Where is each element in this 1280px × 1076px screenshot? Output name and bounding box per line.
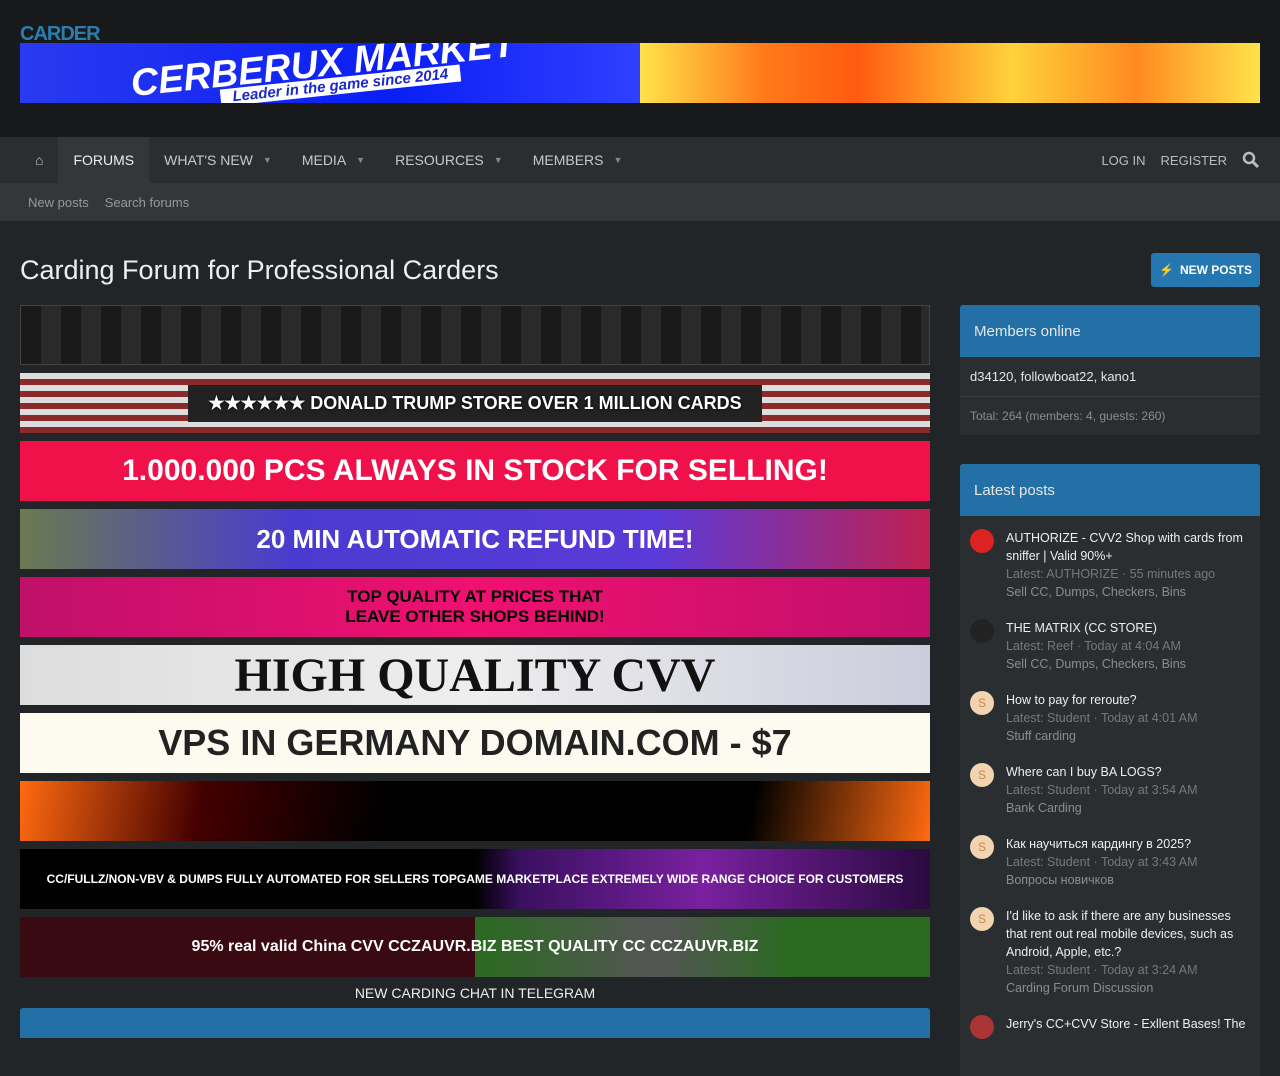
post-forum[interactable]: Sell CC, Dumps, Checkers, Bins	[1006, 583, 1250, 601]
nav-label: FORUMS	[73, 152, 135, 168]
chevron-down-icon[interactable]: ▼	[356, 155, 365, 165]
post-title[interactable]: Where can I buy BA LOGS?	[1006, 763, 1198, 781]
online-members-list[interactable]: d34120, followboat22, kano1	[960, 357, 1260, 396]
avatar[interactable]	[970, 619, 994, 643]
avatar[interactable]: S	[970, 763, 994, 787]
nav-label: WHAT'S NEW	[164, 152, 253, 168]
new-posts-button[interactable]: ⚡ NEW POSTS	[1151, 253, 1260, 287]
header-banner-cerberux[interactable]: CERBERUX MARKET Leader in the game since …	[20, 43, 640, 103]
search-forums-link[interactable]: Search forums	[105, 195, 190, 210]
telegram-chat-link[interactable]: NEW CARDING CHAT IN TELEGRAM	[20, 985, 930, 1001]
page-title: Carding Forum for Professional Carders	[20, 255, 499, 285]
ad-banner[interactable]	[20, 781, 930, 841]
chevron-down-icon[interactable]: ▼	[494, 155, 503, 165]
banner-text: 20 MIN AUTOMATIC REFUND TIME!	[256, 523, 694, 554]
latest-post-item: S Where can I buy BA LOGS? Latest: Stude…	[960, 754, 1260, 826]
new-posts-link[interactable]: New posts	[28, 195, 89, 210]
ad-banner[interactable]: HIGH QUALITY CVV	[20, 645, 930, 705]
latest-post-item: S Как научиться кардингу в 2025? Latest:…	[960, 826, 1260, 898]
latest-post-item: THE MATRIX (CC STORE) Latest: Reef · Tod…	[960, 610, 1260, 682]
nav-members[interactable]: MEMBERS ▼	[518, 137, 638, 183]
post-meta: Latest: Student · Today at 3:54 AM	[1006, 783, 1198, 797]
nav-resources[interactable]: RESOURCES ▼	[380, 137, 518, 183]
site-header: CARDER CERBERUX MARKET Leader in the game…	[0, 0, 1280, 137]
members-online-block: Members online d34120, followboat22, kan…	[960, 305, 1260, 435]
avatar[interactable]: S	[970, 835, 994, 859]
post-title[interactable]: Как научиться кардингу в 2025?	[1006, 835, 1198, 853]
nav-forums[interactable]: FORUMS	[58, 137, 150, 183]
post-title[interactable]: Jerry's CC+CVV Store - Exllent Bases! Th…	[1006, 1015, 1245, 1033]
latest-post-item: AUTHORIZE - CVV2 Shop with cards from sn…	[960, 520, 1260, 610]
banner-text: CC/FULLZ/NON-VBV & DUMPS FULLY AUTOMATED…	[46, 872, 904, 886]
forum-category-header	[20, 1008, 930, 1038]
post-forum[interactable]: Вопросы новичков	[1006, 871, 1198, 889]
nav-label: MEDIA	[301, 152, 347, 168]
ad-banner[interactable]: 20 MIN AUTOMATIC REFUND TIME!	[20, 509, 930, 569]
ad-banner[interactable]: 95% real valid China CVV CCZAUVR.BIZ BES…	[20, 917, 930, 977]
nav-media[interactable]: MEDIA ▼	[287, 137, 380, 183]
bolt-icon: ⚡	[1159, 263, 1174, 277]
ad-banner[interactable]: 1.000.000 PCS ALWAYS IN STOCK FOR SELLIN…	[20, 441, 930, 501]
post-meta: Latest: AUTHORIZE · 55 minutes ago	[1006, 567, 1216, 581]
header-banner-right[interactable]	[640, 43, 1260, 103]
post-forum[interactable]: Stuff carding	[1006, 727, 1198, 745]
post-title[interactable]: THE MATRIX (CC STORE)	[1006, 619, 1186, 637]
ad-banner[interactable]: ★★★★★★ DONALD TRUMP STORE OVER 1 MILLION…	[20, 373, 930, 433]
banner-text: 95% real valid China CVV CCZAUVR.BIZ BES…	[191, 938, 759, 955]
chevron-down-icon[interactable]: ▼	[263, 155, 272, 165]
nav-label: RESOURCES	[395, 152, 484, 168]
banner-text: VPS IN GERMANY DOMAIN.COM - $7	[158, 722, 792, 763]
latest-posts-block: Latest posts AUTHORIZE - CVV2 Shop with …	[960, 464, 1260, 1076]
latest-post-item: S How to pay for reroute? Latest: Studen…	[960, 682, 1260, 754]
login-link[interactable]: LOG IN	[1101, 153, 1145, 168]
nav-whats-new[interactable]: WHAT'S NEW ▼	[149, 137, 287, 183]
latest-post-item: Jerry's CC+CVV Store - Exllent Bases! Th…	[960, 1006, 1260, 1048]
avatar[interactable]: S	[970, 691, 994, 715]
online-total: Total: 264 (members: 4, guests: 260)	[960, 396, 1260, 435]
post-title[interactable]: I'd like to ask if there are any busines…	[1006, 907, 1250, 961]
post-forum[interactable]: Bank Carding	[1006, 799, 1198, 817]
post-title[interactable]: How to pay for reroute?	[1006, 691, 1198, 709]
block-title[interactable]: Members online	[960, 305, 1260, 357]
nav-label: MEMBERS	[532, 152, 604, 168]
post-meta: Latest: Reef · Today at 4:04 AM	[1006, 639, 1181, 653]
banner-text: TOP QUALITY AT PRICES THAT LEAVE OTHER S…	[345, 587, 605, 626]
latest-post-item: S I'd like to ask if there are any busin…	[960, 898, 1260, 1006]
sub-nav: New posts Search forums	[0, 183, 1280, 221]
banner-text: 1.000.000 PCS ALWAYS IN STOCK FOR SELLIN…	[122, 454, 828, 487]
avatar[interactable]: S	[970, 907, 994, 931]
block-title[interactable]: Latest posts	[960, 464, 1260, 516]
ad-banner[interactable]: CC/FULLZ/NON-VBV & DUMPS FULLY AUTOMATED…	[20, 849, 930, 909]
avatar[interactable]	[970, 1015, 994, 1039]
ad-banner[interactable]: TOP QUALITY AT PRICES THAT LEAVE OTHER S…	[20, 577, 930, 637]
banner-text: HIGH QUALITY CVV	[234, 648, 716, 702]
search-icon[interactable]	[1242, 151, 1260, 169]
post-meta: Latest: Student · Today at 3:43 AM	[1006, 855, 1198, 869]
home-icon[interactable]: ⌂	[20, 137, 58, 183]
ad-banner[interactable]: VPS IN GERMANY DOMAIN.COM - $7	[20, 713, 930, 773]
ad-banner[interactable]	[20, 305, 930, 365]
avatar[interactable]	[970, 529, 994, 553]
post-title[interactable]: AUTHORIZE - CVV2 Shop with cards from sn…	[1006, 529, 1250, 565]
chevron-down-icon[interactable]: ▼	[613, 155, 622, 165]
banner-text: ★★★★★★ DONALD TRUMP STORE OVER 1 MILLION…	[188, 384, 762, 422]
register-link[interactable]: REGISTER	[1161, 153, 1227, 168]
post-forum[interactable]: Sell CC, Dumps, Checkers, Bins	[1006, 655, 1186, 673]
main-nav: ⌂ FORUMS WHAT'S NEW ▼ MEDIA ▼ RESOURCES ▼ M…	[0, 137, 1280, 183]
post-meta: Latest: Student · Today at 3:24 AM	[1006, 963, 1198, 977]
button-label: NEW POSTS	[1179, 263, 1252, 277]
post-forum[interactable]: Carding Forum Discussion	[1006, 979, 1250, 997]
ad-banners: ★★★★★★ DONALD TRUMP STORE OVER 1 MILLION…	[20, 305, 930, 1038]
post-meta: Latest: Student · Today at 4:01 AM	[1006, 711, 1198, 725]
